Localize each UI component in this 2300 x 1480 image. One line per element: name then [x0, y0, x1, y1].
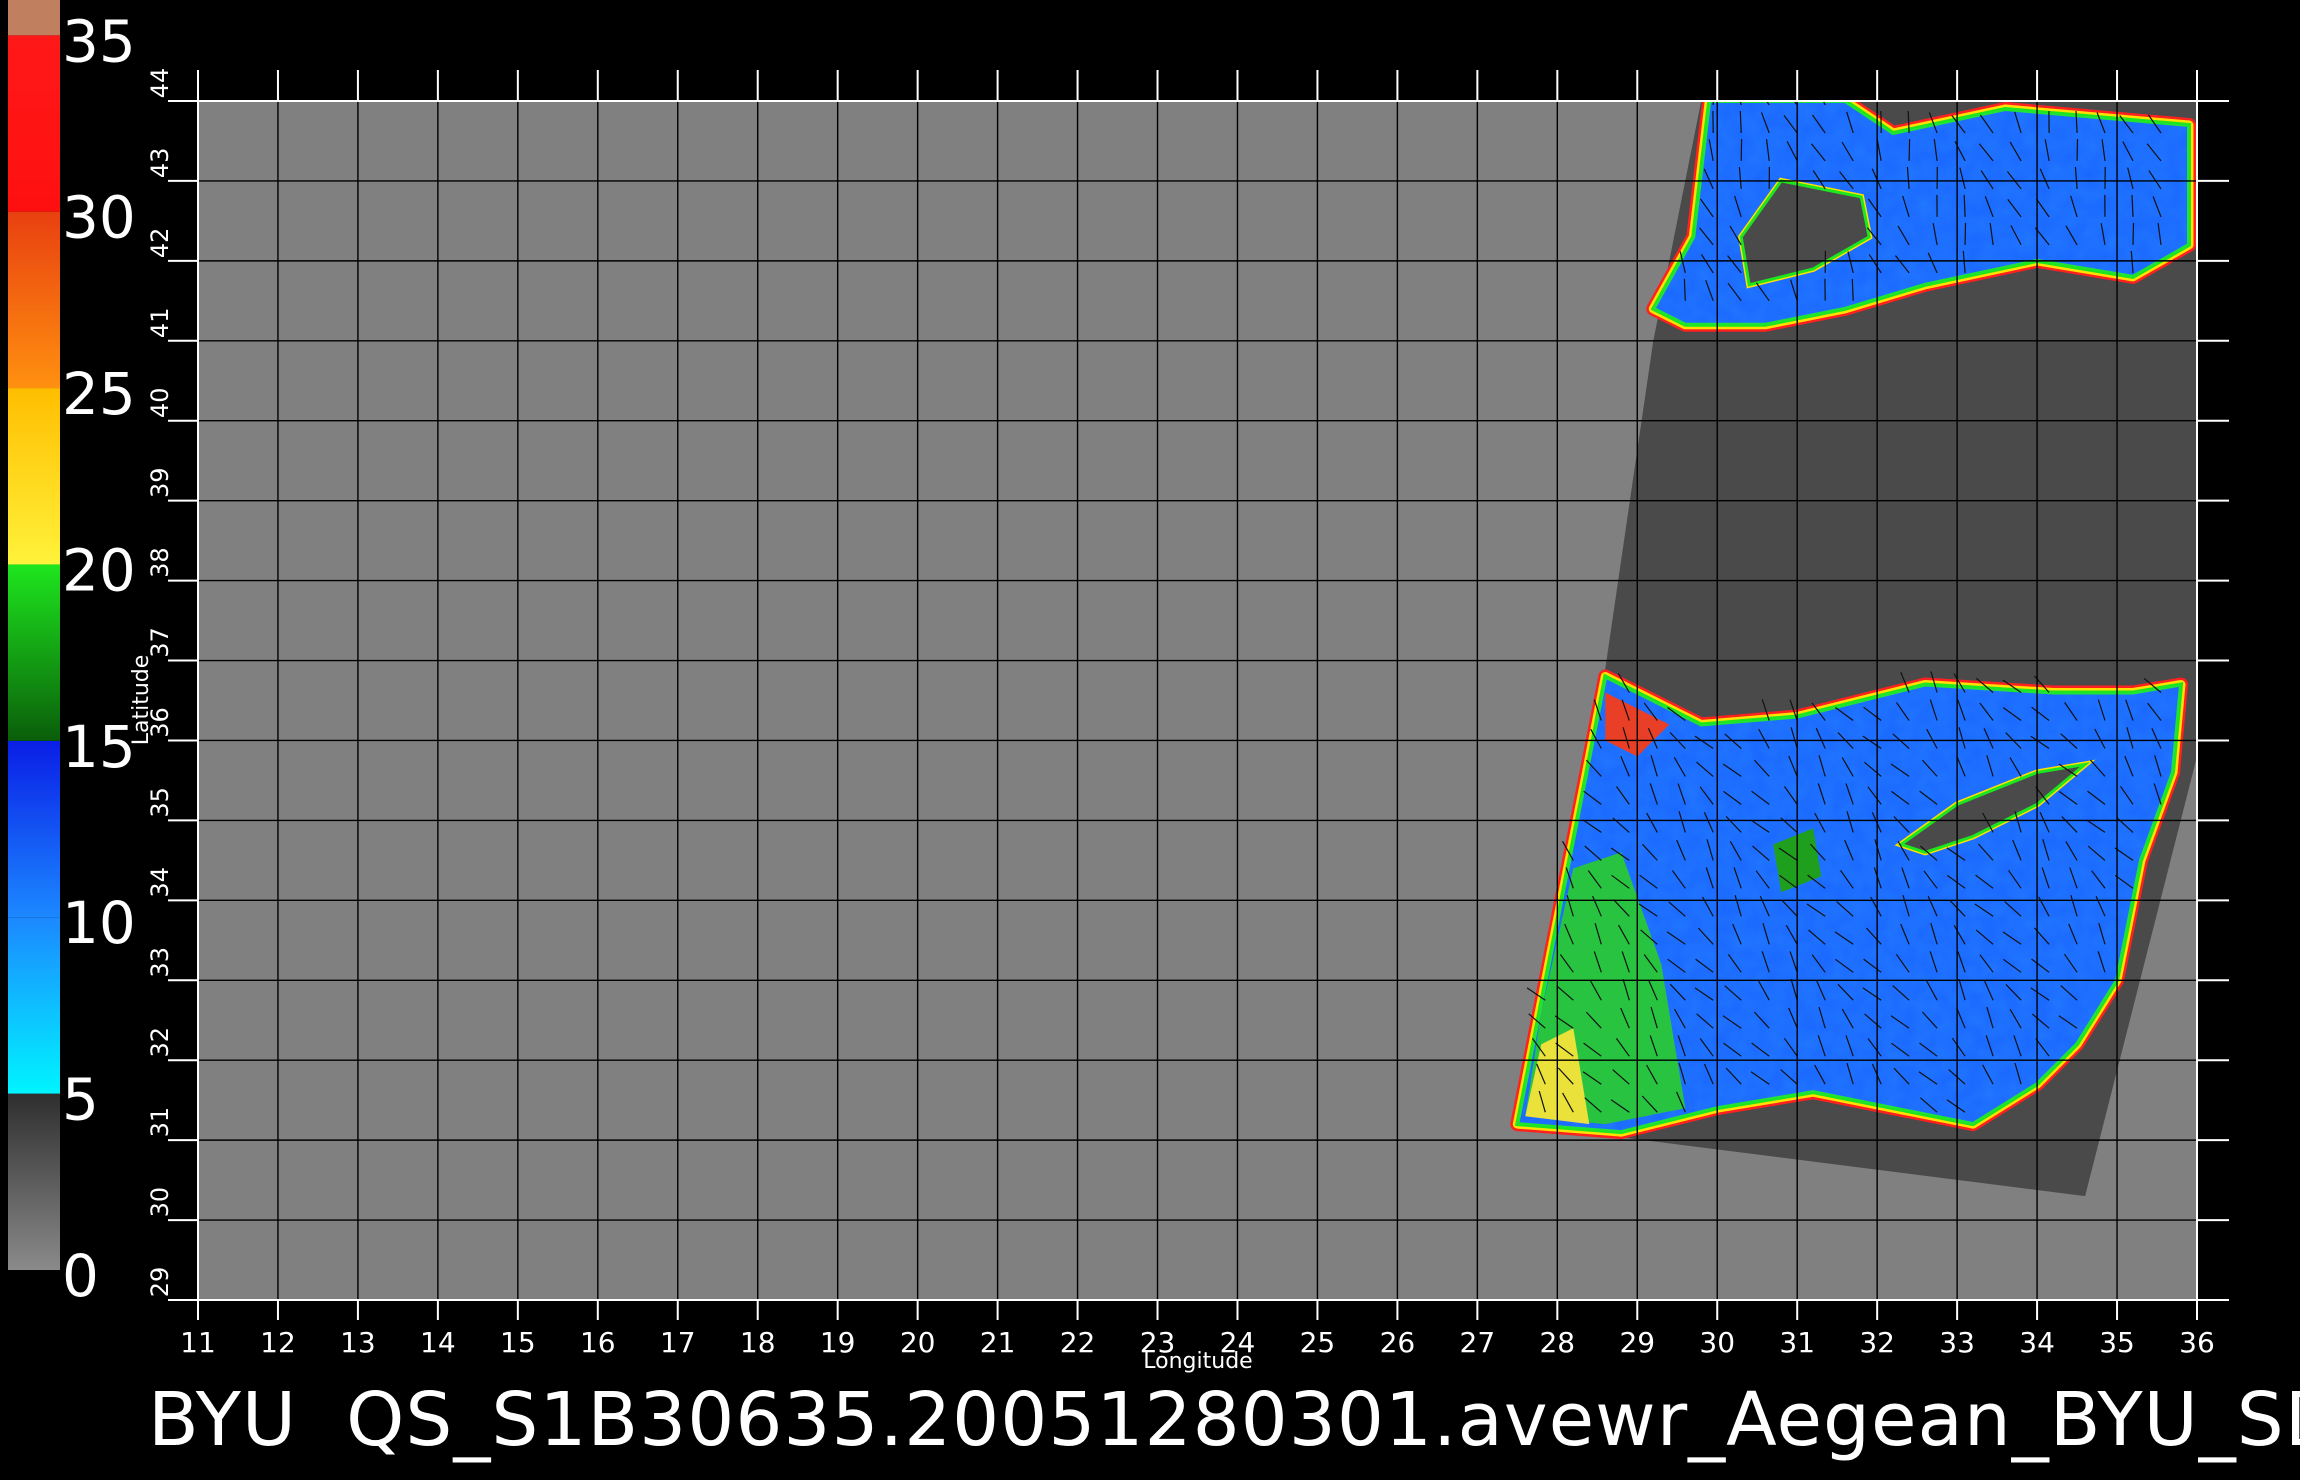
longitude-tick-label: 35 — [2099, 1326, 2135, 1359]
latitude-tick-label: 32 — [146, 1027, 174, 1058]
longitude-tick-label: 18 — [740, 1326, 776, 1359]
longitude-tick-label: 29 — [1619, 1326, 1655, 1359]
colorbar-tick-label: 30 — [62, 184, 136, 252]
longitude-tick-label: 13 — [340, 1326, 376, 1359]
longitude-tick-label: 21 — [980, 1326, 1016, 1359]
colorbar-labels: 35 30 25 20 15 10 5 0 — [62, 7, 136, 1310]
latitude-tick-label: 30 — [146, 1187, 174, 1218]
longitude-tick-label: 15 — [500, 1326, 536, 1359]
map-panel: 11 12 13 14 15 16 17 18 19 20 21 22 23 24 25 26 27 28 29 30… — [129, 68, 2229, 1374]
longitude-tick-label: 27 — [1460, 1326, 1496, 1359]
colorbar-segment — [8, 35, 60, 212]
y-axis-label: Latitude — [129, 655, 154, 746]
longitude-tick-label: 34 — [2019, 1326, 2055, 1359]
colorbar-segment — [8, 388, 60, 565]
colorbar-tick-label: 25 — [62, 360, 136, 428]
latitude-tick-label: 42 — [146, 228, 174, 259]
longitude-tick-label: 17 — [660, 1326, 696, 1359]
latitude-tick-label: 44 — [146, 68, 174, 99]
colorbar-segment — [8, 740, 60, 918]
colorbar-tick-label: 35 — [62, 7, 136, 75]
longitude-tick-label: 16 — [580, 1326, 616, 1359]
figure-title: BYU QS_S1B30635.20051280301.avewr_Aegean… — [148, 1377, 2300, 1463]
wind-vector — [2132, 222, 2135, 245]
colorbar-segment — [8, 0, 60, 36]
longitude-tick-label: 25 — [1300, 1326, 1336, 1359]
longitude-tick-label: 22 — [1060, 1326, 1096, 1359]
latitude-tick-label: 43 — [146, 148, 174, 179]
latitude-tick-label: 41 — [146, 308, 174, 339]
colorbar-segment — [8, 564, 60, 741]
latitude-tick-label: 39 — [146, 467, 174, 498]
longitude-tick-label: 20 — [900, 1326, 936, 1359]
longitude-tick-label: 28 — [1539, 1326, 1575, 1359]
longitude-tick-label: 14 — [420, 1326, 456, 1359]
colorbar-tick-label: 15 — [62, 713, 136, 781]
longitude-tick-label: 33 — [1939, 1326, 1975, 1359]
latitude-tick-label: 33 — [146, 947, 174, 978]
latitude-tick-label: 31 — [146, 1107, 174, 1138]
longitude-tick-label: 32 — [1859, 1326, 1895, 1359]
longitude-tick-label: 36 — [2179, 1326, 2215, 1359]
colorbar-tick-label: 0 — [62, 1242, 99, 1310]
latitude-tick-label: 34 — [146, 867, 174, 898]
latitude-tick-label: 35 — [146, 787, 174, 818]
colorbar-tick-label: 20 — [62, 536, 136, 604]
latitude-tick-label: 38 — [146, 547, 174, 578]
longitude-tick-label: 19 — [820, 1326, 856, 1359]
longitude-tick-label: 31 — [1779, 1326, 1815, 1359]
wind-map-figure: 35 30 25 20 15 10 5 0 11 12 13 14 15 16 17 18 19 20 21 22 2… — [8, 0, 2229, 1374]
colorbar — [8, 0, 60, 1270]
colorbar-segment — [8, 1093, 60, 1270]
longitude-tick-label: 11 — [180, 1326, 216, 1359]
colorbar-tick-label: 5 — [62, 1066, 99, 1134]
longitude-tick-label: 26 — [1380, 1326, 1416, 1359]
colorbar-tick-label: 10 — [62, 889, 136, 957]
latitude-tick-label: 37 — [146, 627, 174, 658]
latitude-tick-label: 29 — [146, 1267, 174, 1298]
colorbar-segment — [8, 917, 60, 1094]
wind-vector — [1908, 138, 1911, 161]
longitude-tick-label: 12 — [260, 1326, 296, 1359]
latitude-tick-label: 40 — [146, 387, 174, 418]
longitude-tick-label: 30 — [1699, 1326, 1735, 1359]
colorbar-segment — [8, 211, 60, 389]
